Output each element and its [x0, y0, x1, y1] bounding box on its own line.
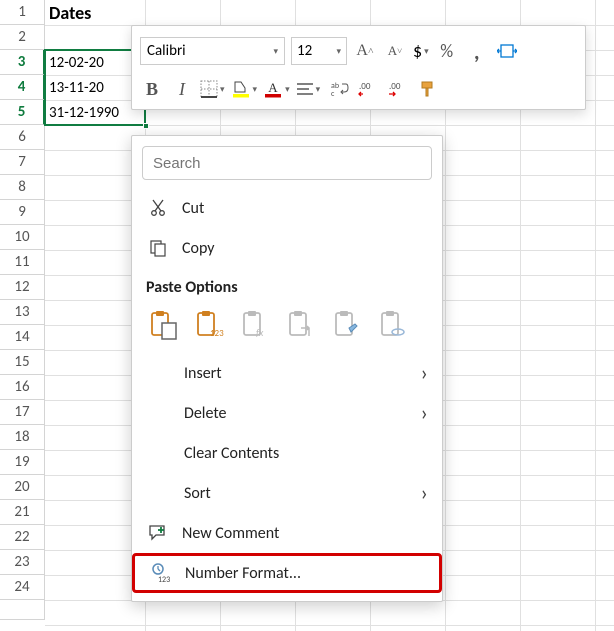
row-header-1[interactable]: 1	[0, 0, 45, 25]
chevron-down-icon: ▾	[336, 46, 341, 57]
decrease-decimal-button[interactable]: .00	[356, 75, 380, 103]
mini-toolbar: Calibri ▾ 12 ▾ A˄ A˅ $▾ % , B I ▾ ▾ A ▾	[131, 25, 586, 110]
copy-icon	[146, 239, 170, 257]
row-header-25[interactable]	[0, 600, 45, 620]
borders-button[interactable]: ▾	[200, 75, 225, 103]
menu-label: Number Format...	[185, 564, 301, 583]
row-header-14[interactable]: 14	[0, 325, 45, 350]
menu-clear-contents[interactable]: Clear Contents	[132, 433, 442, 473]
paste-formulas-button[interactable]: fx	[238, 307, 274, 343]
row-header-22[interactable]: 22	[0, 525, 45, 550]
row-header-19[interactable]: 19	[0, 450, 45, 475]
row-header-13[interactable]: 13	[0, 300, 45, 325]
menu-label: Delete	[184, 404, 227, 423]
menu-delete[interactable]: Delete	[132, 393, 442, 433]
row-header-6[interactable]: 6	[0, 125, 45, 150]
row-header-18[interactable]: 18	[0, 425, 45, 450]
svg-text:fx: fx	[256, 326, 264, 339]
row-header-7[interactable]: 7	[0, 150, 45, 175]
row-header-4[interactable]: 4	[0, 75, 45, 100]
menu-copy[interactable]: Copy	[132, 228, 442, 268]
row-header-20[interactable]: 20	[0, 475, 45, 500]
italic-button[interactable]: I	[170, 75, 194, 103]
chevron-right-icon	[421, 402, 428, 425]
paste-button[interactable]	[146, 307, 182, 343]
chevron-down-icon: ▾	[273, 46, 278, 57]
increase-decimal-button[interactable]: .00	[386, 75, 410, 103]
chevron-right-icon	[421, 362, 428, 385]
svg-text:.00: .00	[359, 81, 371, 92]
cut-icon	[146, 199, 170, 217]
row-header-12[interactable]: 12	[0, 275, 45, 300]
row-header-16[interactable]: 16	[0, 375, 45, 400]
row-header-3[interactable]: 3	[0, 50, 45, 75]
cell-a5[interactable]: 31-12-1990	[45, 100, 145, 125]
comma-button[interactable]: ,	[465, 37, 489, 65]
menu-cut[interactable]: Cut	[132, 188, 442, 228]
row-header-9[interactable]: 9	[0, 200, 45, 225]
paste-values-button[interactable]: 123	[192, 307, 228, 343]
cell-a3[interactable]: 12-02-20	[45, 50, 145, 75]
font-color-button[interactable]: A ▾	[263, 75, 290, 103]
menu-label: Copy	[182, 239, 215, 258]
autofit-button[interactable]	[495, 37, 519, 65]
chevron-right-icon	[421, 482, 428, 505]
align-button[interactable]: ▾	[296, 75, 321, 103]
menu-insert[interactable]: Insert	[132, 353, 442, 393]
svg-text:.00: .00	[389, 81, 401, 92]
comment-icon	[146, 524, 170, 542]
row-header-2[interactable]: 2	[0, 25, 45, 50]
font-size-select[interactable]: 12 ▾	[291, 37, 347, 65]
row-headers: 1 2 3 4 5 6 7 8 9 10 11 12 13 14 15 16 1…	[0, 0, 45, 620]
bold-button[interactable]: B	[140, 75, 164, 103]
context-menu: Cut Copy Paste Options 123 fx Insert	[131, 135, 443, 602]
row-header-11[interactable]: 11	[0, 250, 45, 275]
svg-text:123: 123	[158, 575, 170, 583]
row-header-21[interactable]: 21	[0, 500, 45, 525]
increase-font-button[interactable]: A˄	[353, 37, 377, 65]
font-size: 12	[297, 42, 312, 60]
cell-a4[interactable]: 13-11-20	[45, 75, 145, 100]
search-input[interactable]	[142, 146, 432, 180]
paste-options-label: Paste Options	[132, 268, 442, 303]
svg-text:A: A	[268, 80, 278, 95]
cell-a1[interactable]: Dates	[45, 0, 145, 25]
menu-sort[interactable]: Sort	[132, 473, 442, 513]
fill-color-button[interactable]: ▾	[231, 75, 258, 103]
row-header-24[interactable]: 24	[0, 575, 45, 600]
wrap-text-button[interactable]: abc	[326, 75, 350, 103]
decrease-font-button[interactable]: A˅	[383, 37, 407, 65]
paste-options-row: 123 fx	[132, 303, 442, 353]
paste-formatting-button[interactable]	[330, 307, 366, 343]
row-header-8[interactable]: 8	[0, 175, 45, 200]
percent-button[interactable]: %	[435, 37, 459, 65]
font-select[interactable]: Calibri ▾	[140, 37, 285, 65]
number-format-icon: 123	[149, 563, 173, 583]
menu-label: Insert	[184, 364, 222, 383]
menu-label: Cut	[182, 199, 204, 218]
row-header-17[interactable]: 17	[0, 400, 45, 425]
paste-link-button[interactable]	[376, 307, 412, 343]
menu-label: Sort	[184, 484, 211, 503]
format-painter-button[interactable]	[416, 75, 440, 103]
menu-label: New Comment	[182, 524, 279, 543]
row-header-23[interactable]: 23	[0, 550, 45, 575]
currency-button[interactable]: $▾	[413, 37, 429, 65]
paste-transpose-button[interactable]	[284, 307, 320, 343]
menu-new-comment[interactable]: New Comment	[132, 513, 442, 553]
fill-handle[interactable]	[143, 123, 149, 129]
menu-label: Clear Contents	[184, 444, 279, 463]
svg-text:123: 123	[210, 328, 224, 339]
row-header-5[interactable]: 5	[0, 100, 45, 125]
row-header-15[interactable]: 15	[0, 350, 45, 375]
menu-number-format[interactable]: 123 Number Format...	[132, 553, 442, 593]
row-header-10[interactable]: 10	[0, 225, 45, 250]
font-name: Calibri	[147, 42, 186, 60]
